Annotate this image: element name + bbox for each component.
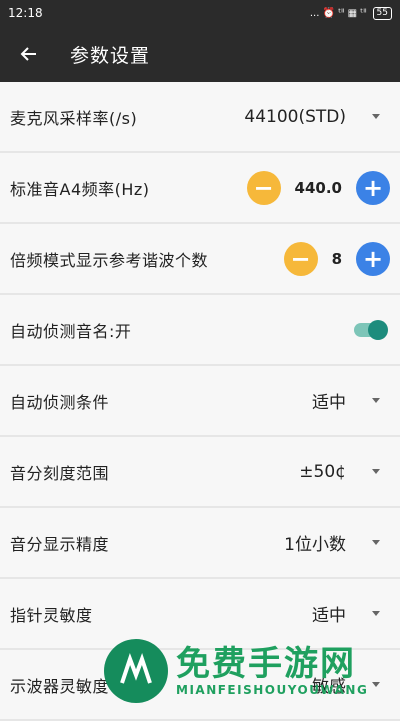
dropdown-caret-icon <box>372 682 380 687</box>
toggle-knob <box>368 319 388 340</box>
setting-label: 指针灵敏度 <box>10 605 93 625</box>
needle-sensitivity-dropdown[interactable]: 适中 <box>312 601 390 626</box>
setting-label: 麦克风采样率(/s) <box>10 108 138 128</box>
setting-cent-precision[interactable]: 音分显示精度 1位小数 <box>0 508 400 579</box>
setting-value: 适中 <box>312 606 346 626</box>
auto-detect-toggle[interactable] <box>354 319 388 340</box>
setting-value: 44100(STD) <box>244 106 346 127</box>
increment-button[interactable]: + <box>356 241 390 276</box>
app-bar: 参数设置 <box>0 26 400 82</box>
harmonic-count-stepper: − 8 + <box>283 241 390 276</box>
setting-label: 音分刻度范围 <box>10 463 110 483</box>
back-arrow-icon[interactable] <box>16 42 40 66</box>
cent-range-dropdown[interactable]: ±50¢ <box>299 462 390 482</box>
dropdown-caret-icon <box>372 398 380 403</box>
status-time: 12:18 <box>8 6 43 20</box>
watermark-logo-icon <box>104 639 168 703</box>
setting-label: 自动侦测条件 <box>10 392 110 412</box>
detect-condition-dropdown[interactable]: 适中 <box>312 388 390 413</box>
setting-sample-rate[interactable]: 麦克风采样率(/s) 44100(STD) <box>0 82 400 153</box>
battery-icon: 55 <box>372 6 392 20</box>
stepper-value: 8 <box>331 249 342 268</box>
settings-list: 麦克风采样率(/s) 44100(STD) 标准音A4频率(Hz) − 440.… <box>0 82 400 721</box>
decrement-button[interactable]: − <box>283 241 318 276</box>
stepper-value: 440.0 <box>294 178 342 197</box>
setting-auto-detect-note[interactable]: 自动侦测音名:开 <box>0 295 400 366</box>
watermark-text: 免费手游网 MIANFEISHOUYOUWANG <box>176 645 368 697</box>
dropdown-caret-icon <box>372 469 380 474</box>
increment-button[interactable]: + <box>356 170 390 205</box>
status-indicators: ... ⏰ ᵗˡˡ ▦ ᵗˡˡ 55 <box>309 6 392 20</box>
setting-label: 示波器灵敏度 <box>10 676 110 696</box>
dropdown-caret-icon <box>372 540 380 545</box>
setting-cent-range[interactable]: 音分刻度范围 ±50¢ <box>0 437 400 508</box>
setting-label: 音分显示精度 <box>10 534 110 554</box>
watermark-cn: 免费手游网 <box>176 644 356 684</box>
setting-value: 适中 <box>312 393 346 413</box>
setting-value: 1位小数 <box>284 535 346 555</box>
watermark: 免费手游网 MIANFEISHOUYOUWANG <box>104 639 368 703</box>
setting-detect-condition[interactable]: 自动侦测条件 适中 <box>0 366 400 437</box>
setting-harmonic-count: 倍频模式显示参考谐波个数 − 8 + <box>0 224 400 295</box>
status-bar: 12:18 ... ⏰ ᵗˡˡ ▦ ᵗˡˡ 55 <box>0 0 400 26</box>
setting-label: 标准音A4频率(Hz) <box>10 179 150 199</box>
setting-label: 倍频模式显示参考谐波个数 <box>10 250 209 270</box>
dropdown-caret-icon <box>372 114 380 119</box>
setting-value: ±50¢ <box>299 461 346 482</box>
watermark-en: MIANFEISHOUYOUWANG <box>176 683 369 697</box>
cent-precision-dropdown[interactable]: 1位小数 <box>284 530 390 555</box>
dropdown-caret-icon <box>372 611 380 616</box>
setting-label: 自动侦测音名:开 <box>10 321 132 341</box>
decrement-button[interactable]: − <box>246 170 281 205</box>
a4-frequency-stepper: − 440.0 + <box>246 170 390 205</box>
signal-icons: ... ⏰ ᵗˡˡ ▦ ᵗˡˡ <box>309 7 367 19</box>
setting-a4-frequency: 标准音A4频率(Hz) − 440.0 + <box>0 153 400 224</box>
page-title: 参数设置 <box>70 44 151 67</box>
sample-rate-dropdown[interactable]: 44100(STD) <box>244 107 390 127</box>
